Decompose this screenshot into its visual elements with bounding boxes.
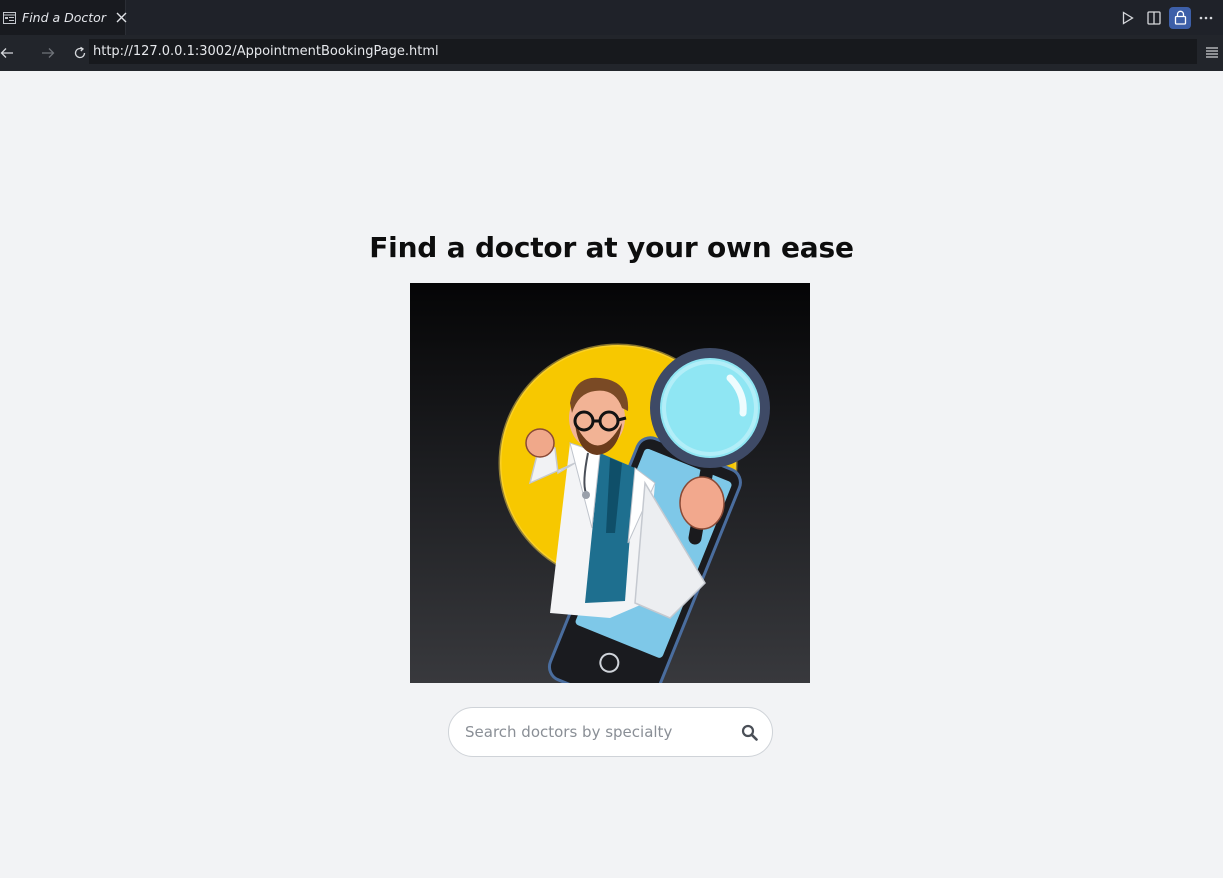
- doctor-with-magnifying-glass-illustration: [498, 343, 770, 683]
- run-icon[interactable]: [1117, 7, 1139, 29]
- editor-tab-bar: Find a Doctor: [0, 0, 1223, 35]
- split-editor-icon[interactable]: [1143, 7, 1165, 29]
- forward-arrow-icon[interactable]: [32, 38, 64, 68]
- more-icon[interactable]: [1195, 7, 1217, 29]
- hamburger-menu-icon[interactable]: [1205, 44, 1219, 58]
- close-icon[interactable]: [116, 10, 127, 26]
- search-icon[interactable]: [740, 723, 758, 741]
- page-title: Find a doctor at your own ease: [369, 231, 854, 264]
- search-input[interactable]: [465, 723, 740, 741]
- lock-icon[interactable]: [1169, 6, 1191, 29]
- editor-actions: [1117, 0, 1223, 35]
- browser-preview-icon: [3, 11, 16, 25]
- tab-find-a-doctor[interactable]: Find a Doctor: [0, 0, 127, 35]
- appointment-booking-page: Find a doctor at your own ease: [0, 71, 1223, 878]
- tab-title: Find a Doctor: [22, 10, 106, 25]
- address-bar: http://127.0.0.1:3002/AppointmentBooking…: [0, 35, 1223, 71]
- back-arrow-icon[interactable]: [0, 38, 16, 68]
- search-bar: [448, 707, 773, 757]
- url-field[interactable]: http://127.0.0.1:3002/AppointmentBooking…: [89, 39, 1197, 64]
- hero-image: [410, 283, 810, 683]
